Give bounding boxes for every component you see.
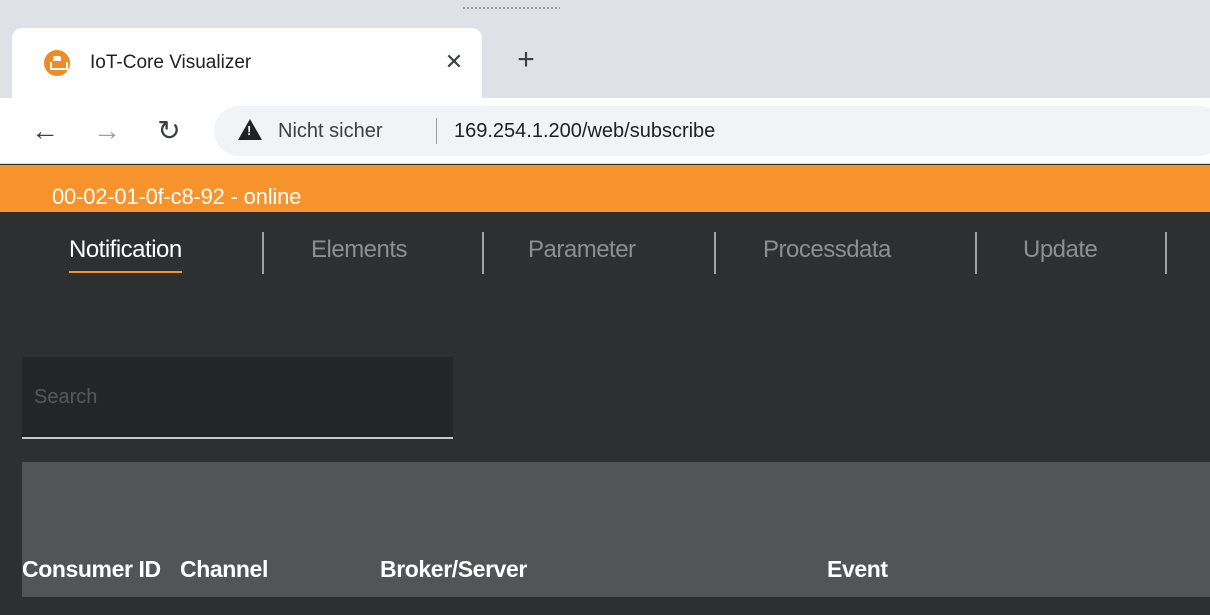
tab-processdata[interactable]: Processdata (763, 234, 891, 266)
nav-divider (714, 232, 716, 274)
reload-icon[interactable]: ↻ (152, 114, 186, 148)
ifm-device-icon (44, 50, 70, 76)
tab-processdata-label: Processdata (763, 236, 891, 263)
app-body: Notification Elements Parameter Processd… (0, 212, 1210, 615)
tab-update[interactable]: Update (1023, 234, 1098, 266)
nav-divider (482, 232, 484, 274)
forward-arrow-icon[interactable]: → (90, 114, 124, 148)
column-header-consumer-id[interactable]: Consumer ID (22, 554, 161, 584)
warning-icon[interactable] (238, 119, 262, 140)
address-divider (436, 118, 437, 144)
column-header-broker-server[interactable]: Broker/Server (380, 554, 527, 584)
search-field[interactable] (22, 357, 453, 439)
tab-notification[interactable]: Notification (69, 234, 182, 273)
tab-parameter-label: Parameter (528, 236, 636, 263)
nav-divider (975, 232, 977, 274)
nav-divider (262, 232, 264, 274)
search-input[interactable] (22, 357, 453, 437)
tab-notification-label: Notification (69, 236, 182, 263)
browser-toolbar: ← → ↻ Nicht sicher 169.254.1.200/web/sub… (0, 98, 1210, 164)
new-tab-icon[interactable]: + (512, 45, 540, 75)
browser-tabstrip: IoT-Core Visualizer ✕ + (0, 0, 1210, 98)
url-text[interactable]: 169.254.1.200/web/subscribe (454, 118, 715, 144)
column-header-event[interactable]: Event (827, 554, 888, 584)
column-header-channel[interactable]: Channel (180, 554, 268, 584)
tab-title: IoT-Core Visualizer (90, 52, 252, 73)
tab-elements[interactable]: Elements (311, 234, 408, 266)
tab-update-label: Update (1023, 236, 1098, 263)
table-header: Consumer ID Channel Broker/Server Event (22, 462, 1210, 597)
tab-parameter[interactable]: Parameter (528, 234, 636, 266)
device-status-text: 00-02-01-0f-c8-92 - online (52, 184, 302, 209)
main-navigation: Notification Elements Parameter Processd… (0, 212, 1210, 287)
close-tab-icon[interactable]: ✕ (440, 48, 468, 76)
device-status-bar: 00-02-01-0f-c8-92 - online (0, 165, 1210, 212)
nav-divider (1165, 232, 1167, 274)
tabstrip-decoration (462, 6, 560, 10)
back-arrow-icon[interactable]: ← (28, 114, 62, 148)
browser-tab-active[interactable]: IoT-Core Visualizer ✕ (12, 28, 482, 98)
address-bar[interactable]: Nicht sicher 169.254.1.200/web/subscribe (214, 106, 1210, 156)
active-tab-underline (69, 271, 182, 273)
tab-elements-label: Elements (311, 236, 408, 263)
security-status[interactable]: Nicht sicher (278, 118, 382, 144)
